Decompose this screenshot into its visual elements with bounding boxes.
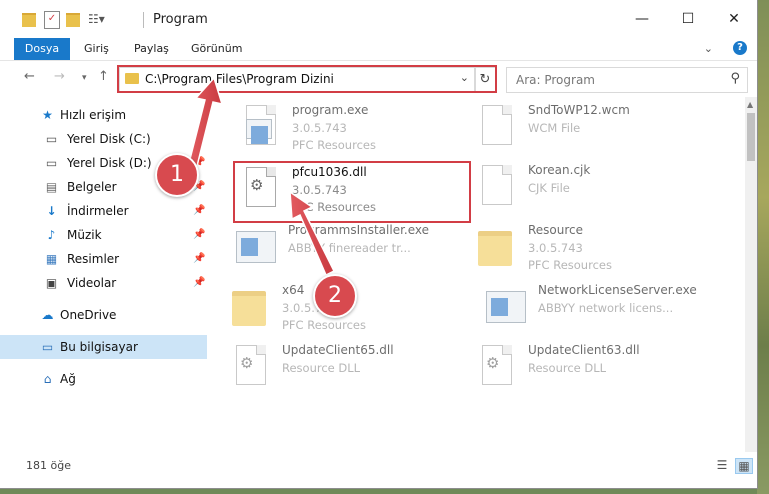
arrow-2 — [289, 190, 336, 277]
callout-2: 2 — [313, 274, 357, 318]
arrow-1 — [187, 76, 224, 171]
callout-1: 1 — [155, 153, 199, 197]
annotation-arrows — [187, 76, 336, 277]
